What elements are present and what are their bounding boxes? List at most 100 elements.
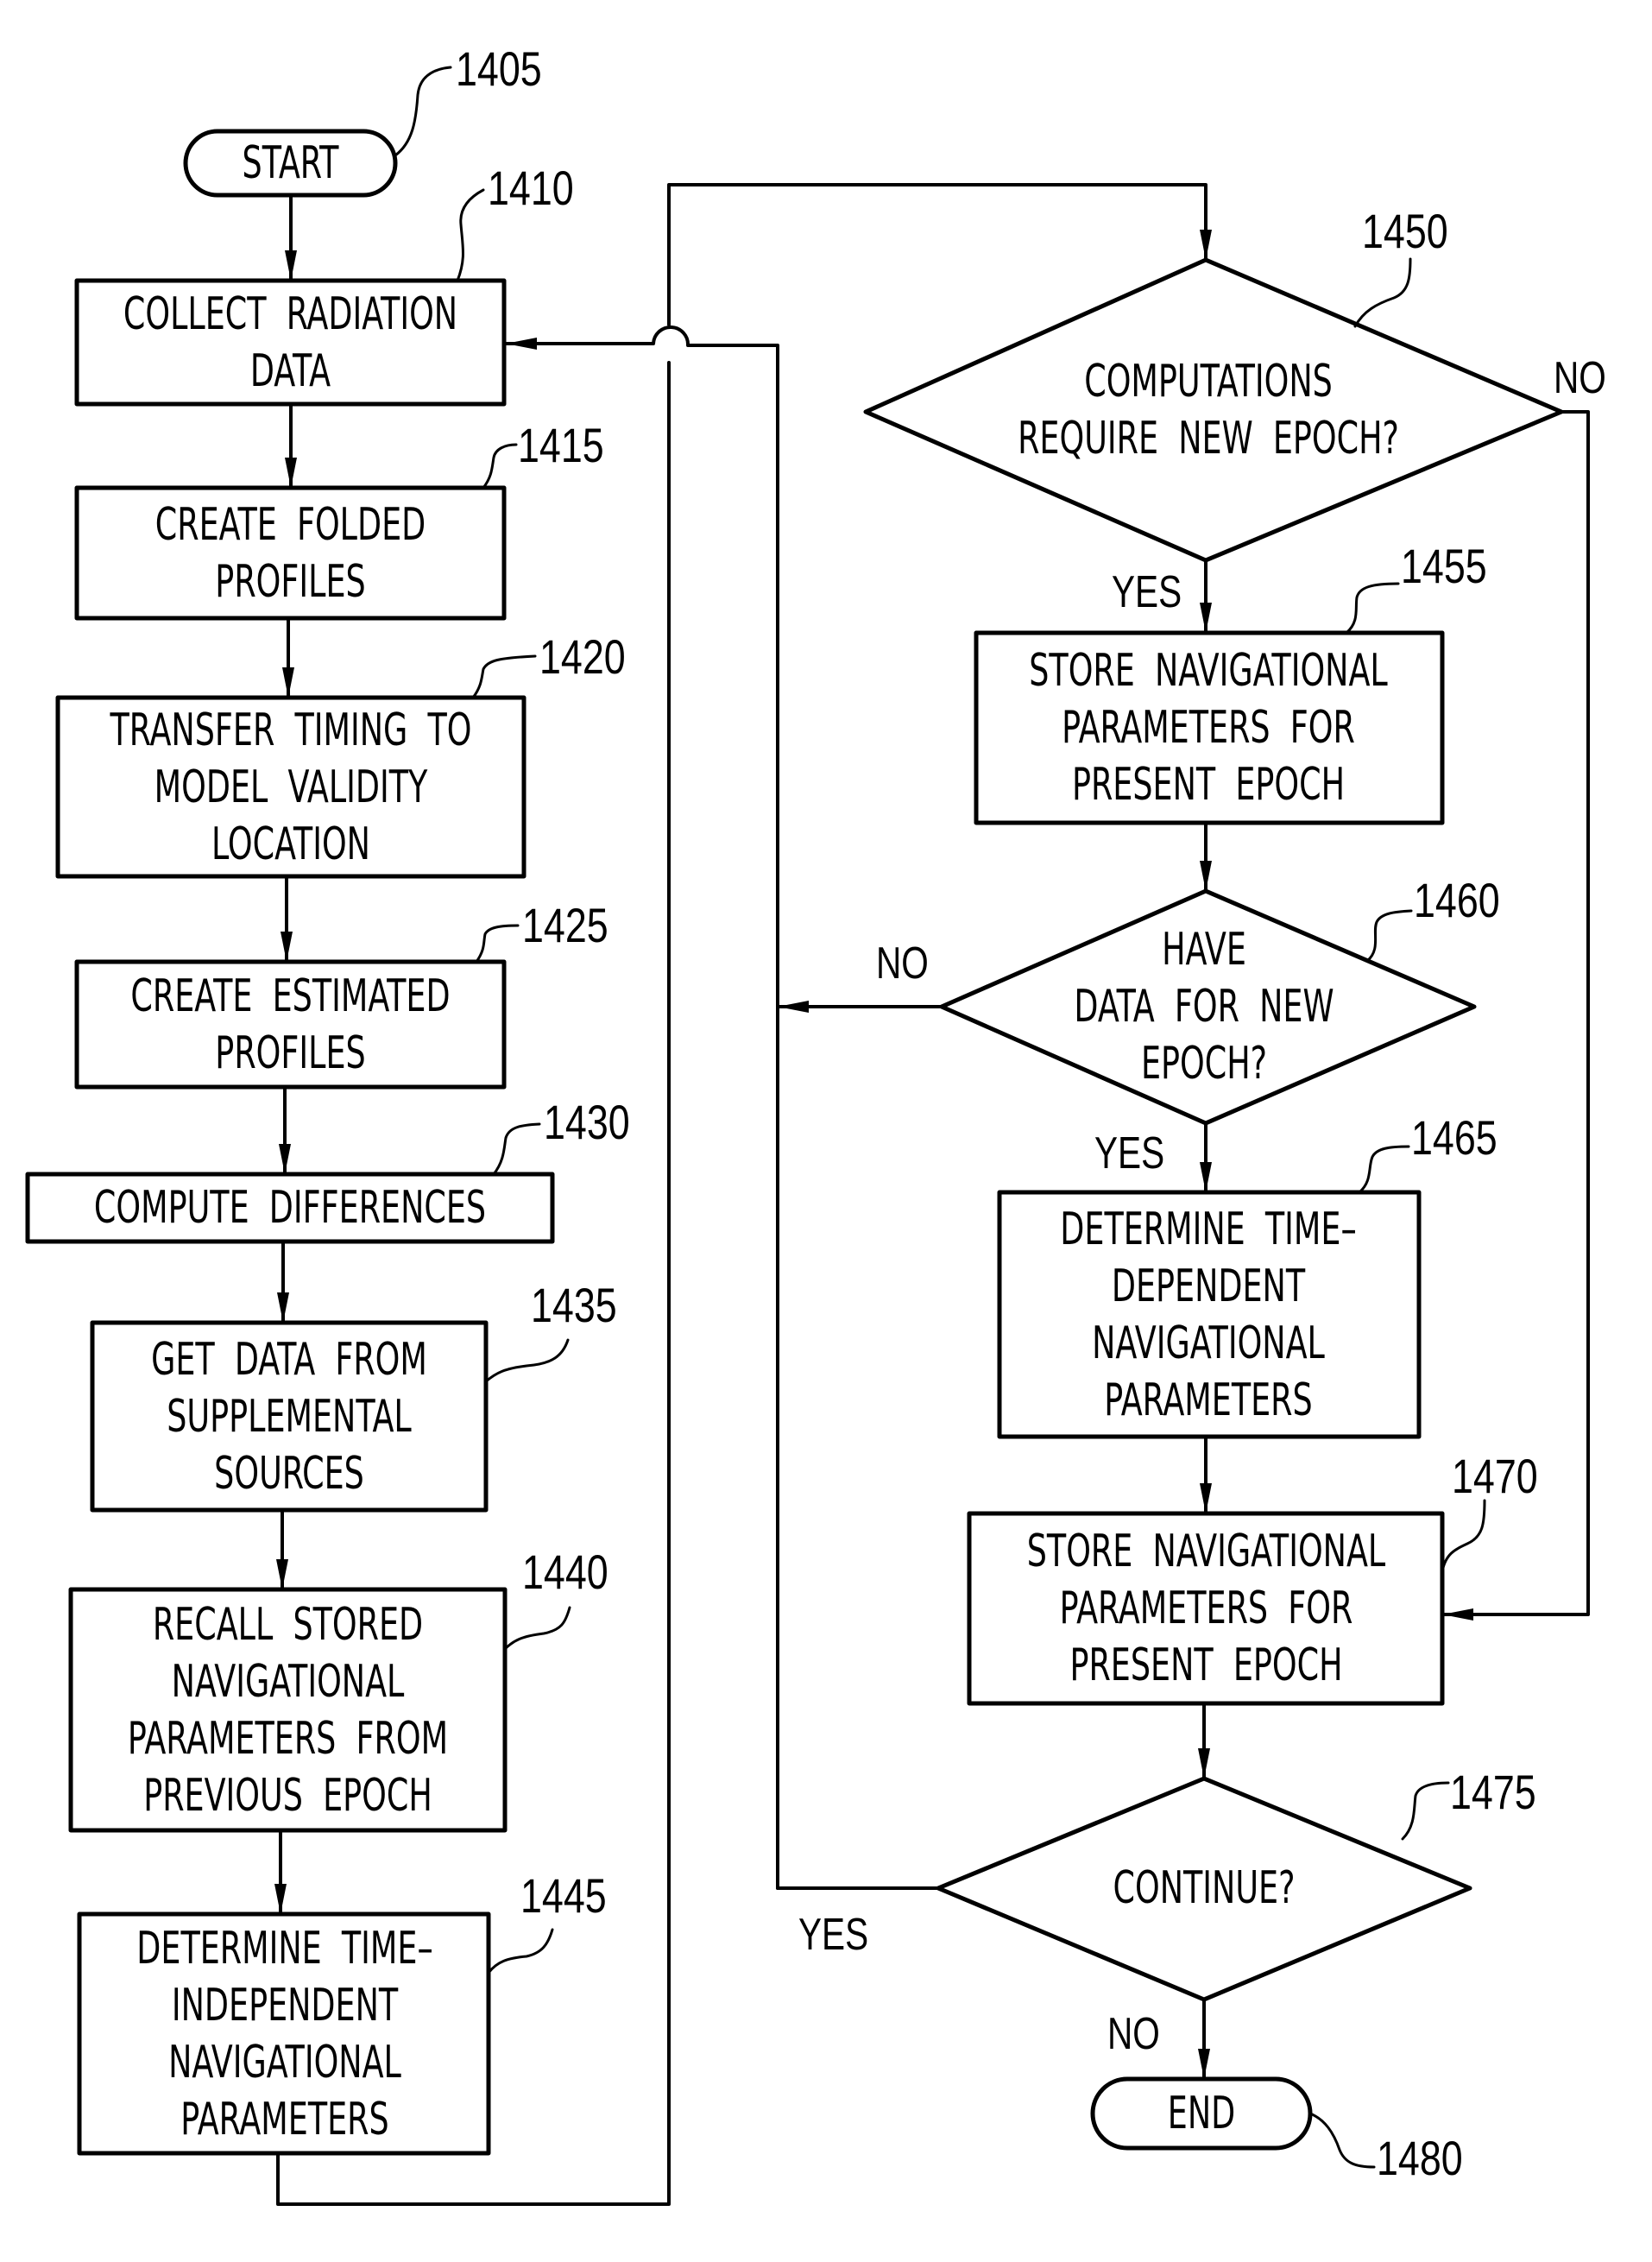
node-1410-label: COLLECT RADIATION DATA (84, 281, 496, 404)
ref-1435: 1435 (531, 1278, 617, 1332)
node-text-line: DATA (249, 344, 331, 397)
node-text-line: LOCATION (211, 818, 370, 870)
node-1470-label: STORE NAVIGATIONAL PARAMETERS FOR PRESEN… (989, 1513, 1423, 1703)
arrowhead-1410 (285, 250, 297, 281)
node-text-line: HAVE (1162, 924, 1246, 976)
arrowhead-1430 (279, 1144, 291, 1174)
node-1460-label: HAVE DATA FOR NEW EPOCH? (1032, 920, 1376, 1093)
node-1440-label: RECALL STORED NAVIGATIONAL PARAMETERS FR… (84, 1589, 492, 1830)
ref-1455: 1455 (1401, 539, 1487, 593)
node-text-line: TRANSFER TIMING TO (110, 704, 472, 756)
arrowhead-1480 (1198, 2049, 1210, 2079)
node-1450-label: COMPUTATIONS REQUIRE NEW EPOCH? (980, 345, 1437, 475)
leader-1445 (487, 1928, 554, 1975)
node-1465-label: DETERMINE TIME– DEPENDENT NAVIGATIONAL P… (1013, 1192, 1403, 1437)
node-text-line: CONTINUE? (1113, 1862, 1296, 1914)
arrowhead-1420 (282, 667, 294, 698)
branch-1475-no: NO (1107, 2009, 1160, 2059)
node-1430-label: COMPUTE DIFFERENCES (64, 1174, 516, 1242)
node-text-line: COMPUTATIONS (1084, 356, 1333, 408)
node-text-line: NAVIGATIONAL (1092, 1317, 1325, 1369)
node-1445-label: DETERMINE TIME– INDEPENDENT NAVIGATIONAL… (83, 1914, 487, 2153)
ref-1470: 1470 (1452, 1449, 1538, 1503)
arrowhead-1475 (1198, 1748, 1210, 1779)
ref-1480: 1480 (1377, 2131, 1463, 2185)
node-text-line: STORE NAVIGATIONAL (1026, 1526, 1386, 1577)
arrowhead-1445 (274, 1884, 287, 1914)
ref-1445: 1445 (520, 1868, 607, 1923)
node-text-line: PREVIOUS EPOCH (143, 1769, 432, 1822)
arrowhead-1460-no (778, 1001, 809, 1013)
node-1455-label: STORE NAVIGATIONAL PARAMETERS FOR PRESEN… (993, 633, 1423, 823)
ref-1405: 1405 (456, 41, 542, 96)
node-text-line: DEPENDENT (1111, 1260, 1306, 1312)
branch-1460-no: NO (876, 938, 929, 989)
leader-1405 (394, 66, 452, 157)
node-text-line: NAVIGATIONAL (171, 1655, 405, 1708)
arrowhead-1465 (1200, 1162, 1212, 1192)
node-1405-label: START (209, 131, 373, 195)
node-text-line: SUPPLEMENTAL (167, 1390, 412, 1443)
node-1425-label: CREATE ESTIMATED PROFILES (84, 962, 496, 1087)
node-text-line: PARAMETERS (1104, 1374, 1313, 1426)
node-text-line: PARAMETERS FROM (127, 1712, 449, 1765)
ref-1450: 1450 (1362, 204, 1448, 258)
leader-1470 (1441, 1499, 1486, 1573)
node-text-line: DETERMINE TIME– (136, 1922, 433, 1975)
node-text-line: INDEPENDENT (171, 1979, 399, 2031)
node-1435-label: GET DATA FROM SUPPLEMENTAL SOURCES (84, 1323, 495, 1510)
node-text-line: DATA FOR NEW (1074, 981, 1334, 1033)
node-text-line: CREATE FOLDED (154, 498, 426, 551)
branch-1450-yes: YES (1112, 567, 1182, 617)
arrowhead-return-1410 (506, 338, 537, 350)
leader-1430 (492, 1122, 541, 1176)
node-text-line: STORE NAVIGATIONAL (1029, 645, 1388, 697)
node-text-line: PARAMETERS FOR (1062, 702, 1355, 754)
arrowhead-1440 (276, 1559, 288, 1589)
node-text-line: COLLECT RADIATION (123, 287, 458, 340)
node-1475-label: CONTINUE? (1073, 1856, 1335, 1920)
leader-1435 (484, 1338, 570, 1383)
node-text-line: START (242, 137, 339, 189)
leader-1450 (1353, 257, 1412, 328)
leader-1465 (1358, 1145, 1410, 1194)
node-text-line: PRESENT EPOCH (1071, 759, 1346, 811)
ref-1465: 1465 (1411, 1110, 1498, 1165)
leader-1420 (471, 654, 537, 699)
node-text-line: END (1167, 2088, 1236, 2139)
ref-1410: 1410 (488, 161, 574, 215)
ref-1430: 1430 (544, 1095, 630, 1149)
arrowhead-1450-no-1470 (1442, 1608, 1473, 1621)
ref-1415: 1415 (518, 418, 604, 472)
node-text-line: PROFILES (215, 1027, 366, 1079)
node-text-line: PROFILES (215, 555, 366, 608)
node-text-line: EPOCH? (1140, 1038, 1268, 1090)
node-text-line: PARAMETERS (180, 2093, 389, 2145)
leader-1415 (482, 443, 518, 490)
node-1480-label: END (1117, 2079, 1287, 2148)
branch-1450-no: NO (1554, 353, 1606, 403)
branch-1475-yes: YES (798, 1910, 869, 1960)
ref-1440: 1440 (522, 1545, 608, 1599)
flowchart-figure: START COLLECT RADIATION DATA CREATE FOLD… (0, 0, 1652, 2262)
arrowhead-1450 (1200, 230, 1212, 260)
node-text-line: RECALL STORED (152, 1598, 424, 1651)
ref-1425: 1425 (522, 898, 608, 952)
arrowhead-1460 (1200, 861, 1212, 891)
node-text-line: MODEL VALIDITY (154, 761, 428, 813)
leader-1440 (503, 1606, 571, 1651)
node-1420-label: TRANSFER TIMING TO MODEL VALIDITY LOCATI… (78, 698, 505, 876)
leader-1455 (1345, 582, 1400, 635)
arrowhead-1470 (1200, 1483, 1212, 1513)
ref-1420: 1420 (539, 629, 626, 684)
node-text-line: SOURCES (214, 1447, 364, 1500)
leader-1410 (456, 188, 485, 282)
node-text-line: PARAMETERS FOR (1059, 1583, 1353, 1634)
leader-1425 (475, 924, 520, 964)
ref-1460: 1460 (1414, 873, 1500, 927)
branch-1460-yes: YES (1094, 1128, 1165, 1178)
leader-1480 (1308, 2112, 1376, 2169)
node-1415-label: CREATE FOLDED PROFILES (84, 488, 496, 618)
node-text-line: CREATE ESTIMATED (130, 970, 451, 1022)
node-text-line: GET DATA FROM (151, 1333, 427, 1386)
